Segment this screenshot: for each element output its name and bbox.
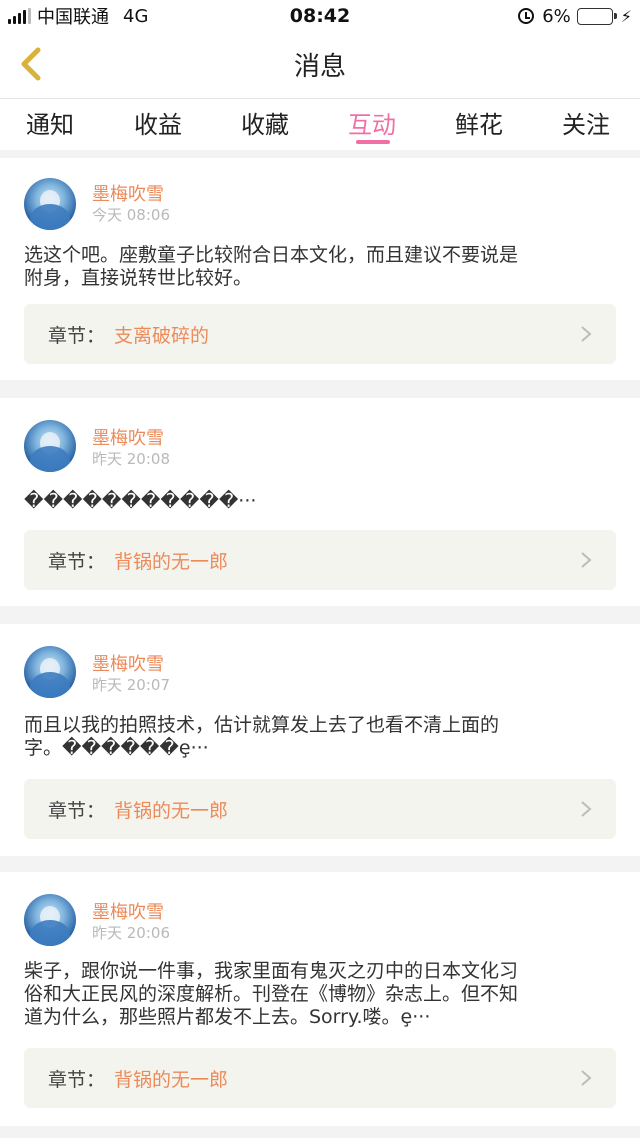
avatar[interactable]: [24, 178, 76, 230]
active-tab-indicator: [356, 140, 390, 144]
message-card: 墨梅吹雪 昨天 20:06 柴子，跟你说一件事，我家里面有鬼灭之刃中的日本文化习…: [0, 872, 640, 1126]
message-card: 墨梅吹雪 昨天 20:07 而且以我的拍照技术，估计就算发上去了也看不清上面的 …: [0, 624, 640, 856]
username[interactable]: 墨梅吹雪: [92, 424, 164, 450]
timestamp: 昨天 20:06: [92, 924, 170, 942]
chapter-label: 章节：: [48, 325, 106, 347]
username[interactable]: 墨梅吹雪: [92, 650, 164, 676]
message-line: 柴子，跟你说一件事，我家里面有鬼灭之刃中的日本文化习: [24, 960, 519, 982]
message-text[interactable]: �����������···: [24, 490, 616, 513]
tab-notifications[interactable]: 通知: [26, 105, 74, 140]
timestamp: 昨天 20:07: [92, 676, 170, 694]
message-line: 道为什么，那些照片都发不上去。Sorry.喽。ȩ···: [24, 1006, 431, 1028]
timestamp: 今天 08:06: [92, 206, 170, 224]
chapter-label: 章节：: [48, 551, 106, 573]
message-card: 墨梅吹雪 昨天 20:08 �����������··· 章节： 背锅的无一郎: [0, 398, 640, 606]
chevron-right-icon: [581, 801, 592, 817]
page-title: 消息: [293, 52, 346, 82]
battery-percent: 6%: [542, 5, 571, 27]
battery-icon: [576, 7, 617, 25]
charging-bolt-icon: ⚡: [620, 6, 632, 26]
alarm-icon: [518, 8, 535, 24]
chapter-title: 支离破碎的: [114, 325, 210, 347]
message-text[interactable]: 而且以我的拍照技术，估计就算发上去了也看不清上面的 字。������ȩ···: [24, 714, 616, 760]
message-text[interactable]: 选这个吧。座敷童子比较附合日本文化，而且建议不要说是 附身，直接说转世比较好。: [24, 244, 616, 290]
message-line: 选这个吧。座敷童子比较附合日本文化，而且建议不要说是: [24, 244, 519, 266]
chevron-right-icon: [581, 552, 592, 568]
tab-favorites[interactable]: 收藏: [241, 105, 289, 140]
avatar[interactable]: [24, 646, 76, 698]
message-line: 俗和大正民风的深度解析。刊登在《博物》杂志上。但不知: [24, 983, 519, 1005]
chapter-title: 背锅的无一郎: [114, 551, 229, 573]
tab-earnings[interactable]: 收益: [134, 105, 182, 140]
chevron-right-icon: [581, 326, 592, 342]
status-bar: 中国联通 4G 08:42 6% ⚡: [0, 0, 640, 32]
message-line: 附身，直接说转世比较好。: [24, 267, 253, 289]
chapter-label: 章节：: [48, 1069, 106, 1091]
avatar[interactable]: [24, 420, 76, 472]
tab-flowers[interactable]: 鲜花: [455, 105, 503, 140]
message-line: 而且以我的拍照技术，估计就算发上去了也看不清上面的: [24, 714, 500, 736]
username[interactable]: 墨梅吹雪: [92, 180, 164, 206]
message-line: 字。������ȩ···: [24, 737, 209, 759]
chevron-right-icon: [581, 1070, 592, 1086]
chapter-link[interactable]: 章节： 背锅的无一郎: [24, 1048, 616, 1108]
chapter-title: 背锅的无一郎: [114, 800, 229, 822]
message-card: 墨梅吹雪 今天 08:06 选这个吧。座敷童子比较附合日本文化，而且建议不要说是…: [0, 158, 640, 380]
tab-following[interactable]: 关注: [562, 105, 610, 140]
chapter-title: 背锅的无一郎: [114, 1069, 229, 1091]
chapter-link[interactable]: 章节： 背锅的无一郎: [24, 530, 616, 590]
chapter-label: 章节：: [48, 800, 106, 822]
tab-bar: 通知 收益 收藏 互动 鲜花 关注: [0, 98, 640, 150]
message-text[interactable]: 柴子，跟你说一件事，我家里面有鬼灭之刃中的日本文化习 俗和大正民风的深度解析。刊…: [24, 960, 616, 1029]
avatar[interactable]: [24, 894, 76, 946]
timestamp: 昨天 20:08: [92, 450, 170, 468]
chapter-link[interactable]: 章节： 背锅的无一郎: [24, 779, 616, 839]
nav-header: 消息: [0, 32, 640, 98]
tab-interactions[interactable]: 互动: [348, 105, 396, 140]
chapter-link[interactable]: 章节： 支离破碎的: [24, 304, 616, 364]
message-line: �����������···: [24, 490, 257, 512]
username[interactable]: 墨梅吹雪: [92, 898, 164, 924]
